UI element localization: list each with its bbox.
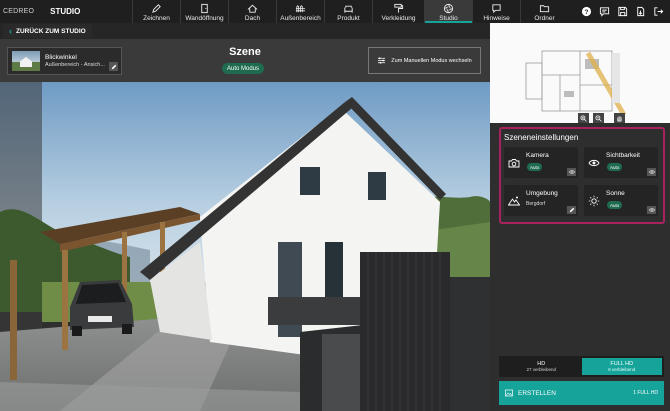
- nav-zeichnen[interactable]: Zeichnen: [132, 0, 180, 23]
- scene-settings-title: Szeneneinstellungen: [504, 133, 579, 142]
- brand-logo: CEDREO: [3, 8, 35, 15]
- floor-plan-minimap[interactable]: [490, 23, 670, 123]
- nav-label: Wandöffnung: [185, 15, 224, 22]
- nav-label: Zeichnen: [143, 15, 170, 22]
- eye-icon[interactable]: [647, 168, 656, 176]
- setting-badge: Auto: [527, 163, 543, 171]
- create-resolution-label: 1 FULL HD: [633, 390, 658, 396]
- save-icon[interactable]: [616, 6, 628, 18]
- eye-icon[interactable]: [647, 206, 656, 214]
- nav-label: Außenbereich: [280, 15, 321, 22]
- back-to-studio-button[interactable]: ‹ ZURÜCK ZUM STUDIO: [3, 24, 92, 38]
- create-label: ERSTELLEN: [518, 389, 556, 397]
- svg-text:?: ?: [584, 9, 588, 16]
- chevron-left-icon: ‹: [9, 25, 12, 36]
- nav-label: Produkt: [337, 15, 360, 22]
- setting-card-umgebung[interactable]: Umgebung Bergdorf: [504, 185, 578, 216]
- top-icons: ?: [580, 0, 670, 23]
- setting-card-sichtbarkeit[interactable]: Sichtbarkeit Auto: [584, 147, 658, 178]
- viewpoint-subtitle: Außenbereich - Ansich...: [45, 62, 105, 68]
- hand-icon: [617, 115, 622, 121]
- eye-icon[interactable]: [567, 168, 576, 176]
- rendered-scene-image: [0, 82, 490, 411]
- nav-aussenbereich[interactable]: Außenbereich: [276, 0, 324, 23]
- app-window: CEDREO STUDIO Zeichnen Wandöffnung Dach …: [0, 0, 670, 411]
- camera-icon: [508, 156, 520, 168]
- brand: CEDREO STUDIO: [0, 0, 132, 23]
- section-title: STUDIO: [50, 7, 81, 16]
- setting-badge: Auto: [607, 201, 623, 209]
- viewpoint-edit-button[interactable]: [109, 62, 118, 71]
- manual-mode-label: Zum Manuellen Modus wechseln: [391, 57, 472, 64]
- create-render-button[interactable]: ERSTELLEN 1 FULL HD: [499, 381, 664, 405]
- viewpoint-title: Blickwinkel: [45, 54, 77, 61]
- floor-plan-image: [490, 23, 670, 123]
- nav-label: Verkleidung: [381, 15, 416, 22]
- setting-label: Umgebung: [526, 190, 558, 197]
- setting-label: Sichtbarkeit: [606, 152, 640, 159]
- zoom-in-button[interactable]: [578, 113, 589, 123]
- back-label: ZURÜCK ZUM STUDIO: [16, 27, 86, 35]
- nav-ordner[interactable]: Ordner: [520, 0, 568, 23]
- folder-icon: [539, 5, 550, 13]
- nav-label: Ordner: [534, 15, 555, 22]
- mode-badge: Auto Modus: [222, 63, 265, 74]
- setting-card-sonne[interactable]: Sonne Auto: [584, 185, 658, 216]
- sliders-icon: [378, 57, 386, 64]
- nav-wandoeffnung[interactable]: Wandöffnung: [180, 0, 228, 23]
- zoom-out-icon: [595, 114, 602, 122]
- resolution-toggle: HD 27 verbleibend FULL HD 6 verbleibend: [499, 356, 664, 377]
- nav-verkleidung[interactable]: Verkleidung: [372, 0, 424, 23]
- nav-dach[interactable]: Dach: [228, 0, 276, 23]
- setting-label: Kamera: [526, 152, 549, 159]
- setting-card-kamera[interactable]: Kamera Auto: [504, 147, 578, 178]
- pencil-icon[interactable]: [567, 206, 576, 214]
- nav-label: Studio: [439, 15, 458, 22]
- comment-icon: [492, 4, 501, 14]
- setting-label: Sonne: [606, 190, 625, 197]
- viewpoint-card[interactable]: Blickwinkel Außenbereich - Ansich...: [7, 47, 122, 75]
- paint-roller-icon: [394, 3, 404, 13]
- eye-icon: [588, 156, 600, 168]
- main-nav: Zeichnen Wandöffnung Dach Außenbereich P…: [132, 0, 568, 23]
- resolution-option-hd[interactable]: HD 27 verbleibend: [501, 358, 582, 375]
- nav-label: Hinweise: [483, 15, 510, 22]
- chat-icon[interactable]: [598, 6, 610, 18]
- resolution-option-full-hd[interactable]: FULL HD 6 verbleibend: [581, 358, 662, 375]
- sub-toolbar: ‹ ZURÜCK ZUM STUDIO: [0, 23, 490, 39]
- render-viewport[interactable]: [0, 82, 490, 411]
- resolution-remaining: 27 verbleibend: [526, 367, 557, 372]
- export-icon[interactable]: [634, 6, 646, 18]
- zoom-in-icon: [580, 114, 587, 122]
- nav-label: Dach: [244, 15, 261, 22]
- right-panel: Szeneneinstellungen Kamera Auto Sichtbar…: [490, 23, 670, 411]
- setting-value: Bergdorf: [526, 201, 546, 207]
- nav-hinweise[interactable]: Hinweise: [472, 0, 520, 23]
- mountain-icon: [507, 194, 521, 206]
- sofa-icon: [344, 5, 353, 13]
- camera-aperture-icon: [443, 3, 454, 14]
- scene-header: Blickwinkel Außenbereich - Ansich... Sze…: [0, 39, 490, 82]
- resolution-remaining: 6 verbleibend: [608, 367, 636, 372]
- pencil-icon: [152, 4, 161, 13]
- top-toolbar: CEDREO STUDIO Zeichnen Wandöffnung Dach …: [0, 0, 670, 23]
- image-icon: [505, 389, 513, 397]
- pan-hand-button[interactable]: [614, 113, 625, 123]
- viewpoint-text: Blickwinkel Außenbereich - Ansich...: [45, 54, 105, 68]
- nav-studio[interactable]: Studio: [424, 0, 472, 23]
- roof-icon: [247, 4, 258, 13]
- nav-produkt[interactable]: Produkt: [324, 0, 372, 23]
- logout-icon[interactable]: [652, 6, 664, 18]
- scene-settings-panel: Szeneneinstellungen Kamera Auto Sichtbar…: [499, 127, 665, 224]
- fence-icon: [295, 5, 306, 13]
- scene-title: Szene: [229, 46, 261, 58]
- pencil-icon: [111, 64, 116, 69]
- help-icon[interactable]: ?: [580, 6, 592, 18]
- sun-icon: [588, 194, 600, 207]
- setting-badge: Auto: [607, 163, 623, 171]
- manual-mode-button[interactable]: Zum Manuellen Modus wechseln: [368, 47, 481, 74]
- viewpoint-thumbnail: [12, 51, 40, 71]
- zoom-out-button[interactable]: [593, 113, 604, 123]
- door-icon: [201, 3, 208, 14]
